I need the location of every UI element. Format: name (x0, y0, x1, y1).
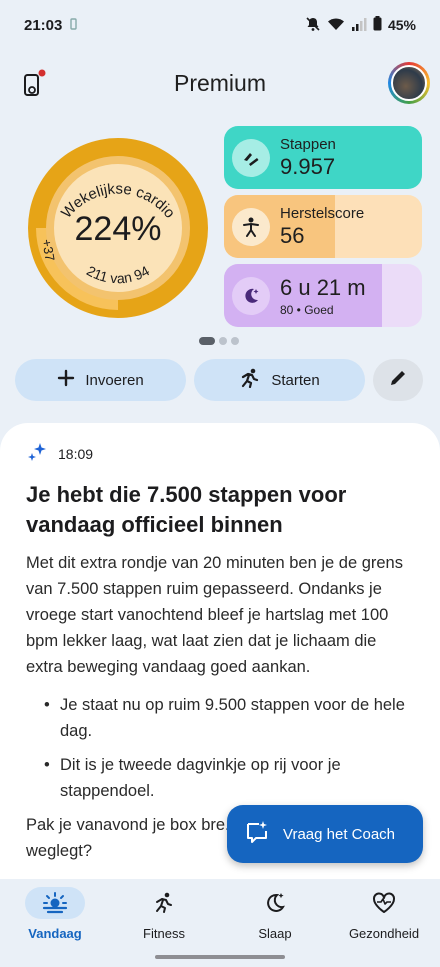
steps-value: 9.957 (280, 153, 336, 179)
nav-health[interactable]: Gezondheid (334, 887, 434, 941)
page-dot-active (199, 337, 215, 345)
sparkle-icon (26, 441, 48, 466)
device-sync-icon[interactable] (22, 68, 48, 98)
page-dot (231, 337, 239, 345)
heart-pulse-icon (354, 887, 414, 919)
recovery-icon (232, 207, 270, 246)
cardio-percent: 224% (75, 210, 162, 248)
notification-icon (70, 17, 78, 34)
sleep-score: 80 • Goed (280, 302, 334, 317)
insight-title: Je hebt die 7.500 stappen voor vandaag o… (26, 482, 347, 537)
recovery-label: Herstelscore (280, 204, 365, 222)
nav-sleep-label: Slaap (258, 926, 292, 941)
sleep-value: 6 u 21 m (280, 274, 366, 300)
battery-percent: 45% (387, 17, 416, 33)
steps-tile[interactable]: Stappen 9.957 (224, 126, 422, 189)
home-indicator[interactable] (155, 955, 285, 959)
metric-tiles: Stappen 9.957 Herstelscore 56 6 u 21 m 8… (224, 126, 422, 333)
insight-bullet: Dit is je tweede dagvinkje op rij voor j… (44, 752, 414, 804)
bottom-navigation: Vandaag Fitness Slaap Gezondheid (0, 879, 440, 967)
sleep-tile[interactable]: 6 u 21 m 80 • Goed (224, 264, 422, 327)
nav-today[interactable]: Vandaag (5, 887, 105, 941)
add-entry-button[interactable]: Invoeren (15, 359, 186, 401)
nav-sleep[interactable]: Slaap (225, 887, 325, 941)
battery-icon (373, 16, 382, 34)
weekly-cardio-ring[interactable]: Wekelijkse cardio 224% 211 van 94 +37 (18, 128, 218, 328)
status-bar: 21:03 45% (0, 0, 440, 50)
ask-coach-label: Vraag het Coach (283, 825, 396, 843)
bell-off-icon (305, 16, 321, 35)
insight-bullets: Je staat nu op ruim 9.500 stappen voor d… (26, 692, 414, 804)
app-bar: Premium (0, 60, 440, 106)
nav-health-label: Gezondheid (348, 926, 420, 941)
wifi-icon (327, 17, 345, 34)
moon-star-icon (245, 887, 305, 919)
plus-icon (57, 369, 75, 391)
start-activity-label: Starten (271, 371, 320, 389)
page-dot (219, 337, 227, 345)
signal-icon (351, 17, 367, 34)
insight-body: Met dit extra rondje van 20 minuten ben … (26, 554, 403, 676)
steps-icon (232, 138, 270, 177)
status-icons: 45% (305, 16, 416, 35)
nav-fitness-label: Fitness (143, 926, 185, 941)
running-icon (134, 887, 194, 919)
insight-time: 18:09 (58, 445, 94, 462)
add-entry-label: Invoeren (85, 371, 144, 389)
recovery-tile[interactable]: Herstelscore 56 (224, 195, 422, 258)
avatar[interactable] (388, 62, 430, 104)
nav-fitness[interactable]: Fitness (114, 887, 214, 941)
pencil-icon (388, 368, 408, 392)
carousel-page-indicator (199, 337, 239, 345)
status-time: 21:03 (24, 16, 63, 34)
running-icon (239, 368, 261, 392)
sun-horizon-icon (25, 887, 85, 919)
chat-sparkle-icon (245, 820, 269, 848)
insight-bullet: Je staat nu op ruim 9.500 stappen voor d… (44, 692, 414, 744)
recovery-value: 56 (280, 222, 305, 248)
start-activity-button[interactable]: Starten (194, 359, 365, 401)
edit-button[interactable] (373, 359, 423, 401)
quick-actions: Invoeren Starten (15, 359, 425, 401)
page-title: Premium (173, 69, 266, 96)
ask-coach-button[interactable]: Vraag het Coach (227, 805, 423, 863)
steps-label: Stappen (280, 135, 336, 153)
nav-today-label: Vandaag (28, 926, 82, 941)
moon-icon (232, 276, 270, 315)
